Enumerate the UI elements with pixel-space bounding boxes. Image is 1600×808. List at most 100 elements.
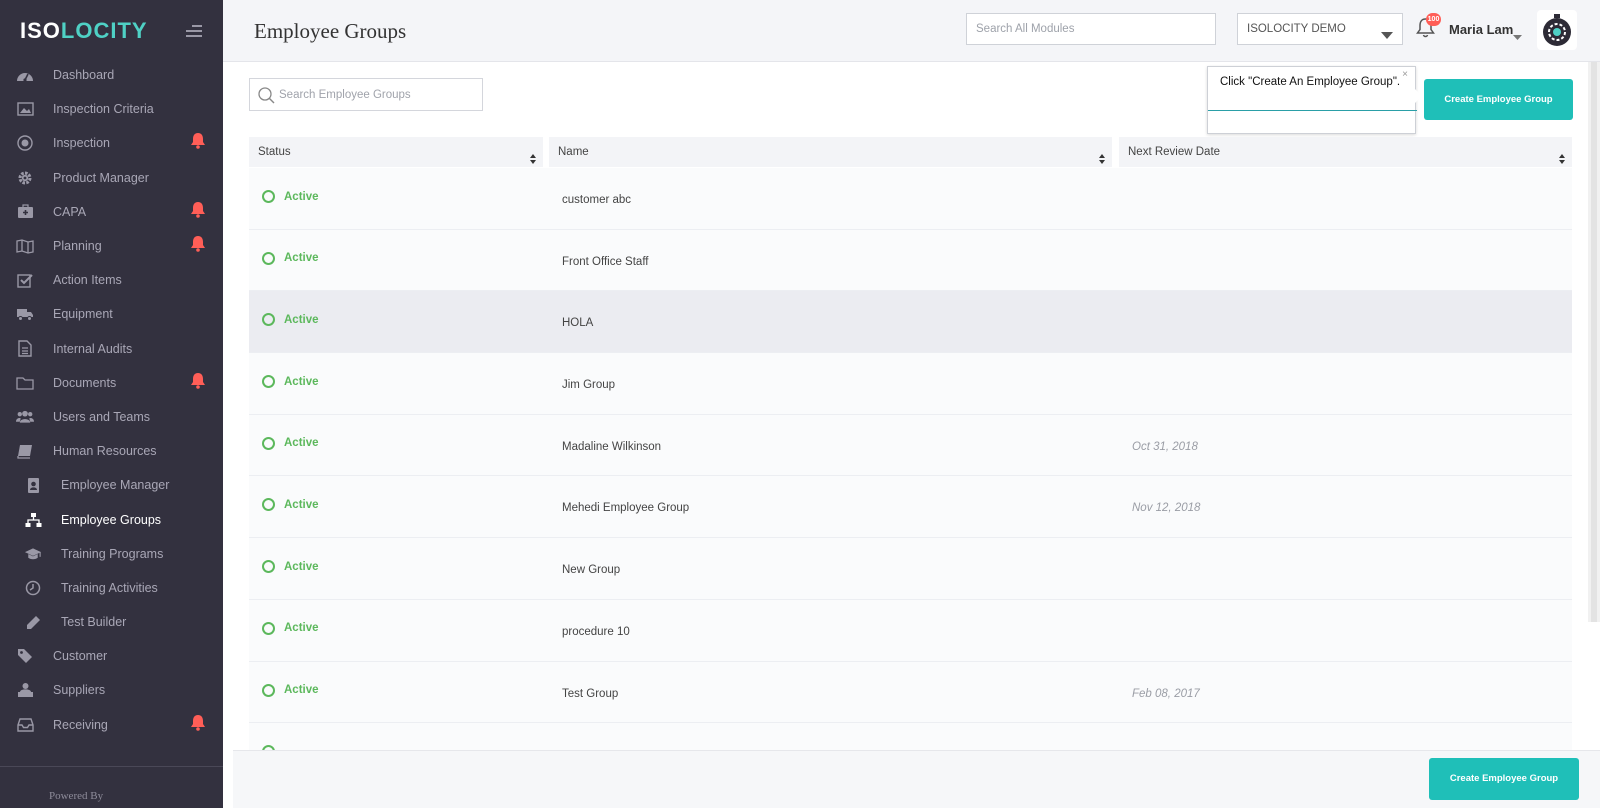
document-icon (16, 340, 34, 358)
sidebar-item-documents[interactable]: Documents (0, 366, 223, 400)
group-name[interactable]: New Group (562, 564, 620, 576)
sidebar-item-label: Receiving (53, 717, 108, 732)
sidebar-item-planning[interactable]: Planning (0, 229, 223, 263)
status-cell: Active (262, 621, 319, 635)
brand-logo-part2: LOCITY (60, 18, 148, 43)
sidebar-nav: Dashboard Inspection Criteria Inspection… (0, 58, 223, 742)
footer-bar (233, 750, 1600, 808)
status-text: Active (284, 684, 319, 696)
sidebar-item-receiving[interactable]: Receiving (0, 708, 223, 742)
sidebar-item-label: Customer (53, 649, 108, 664)
group-name[interactable]: customer abc (562, 194, 631, 206)
sidebar-item-label: Internal Audits (53, 341, 133, 356)
sidebar-item-employee-groups[interactable]: Employee Groups (0, 502, 223, 536)
column-header-name[interactable]: Name (549, 137, 1112, 167)
sidebar-item-suppliers[interactable]: Suppliers (0, 673, 223, 707)
table-row[interactable]: Active procedure 10 (249, 599, 1572, 662)
table-row[interactable]: Active customer abc (249, 168, 1572, 230)
employee-group-search-input[interactable] (279, 86, 474, 104)
alert-bell-icon (190, 235, 206, 257)
table-row[interactable]: Active Test Group Feb 08, 2017 (249, 661, 1572, 724)
status-cell: Active (262, 375, 319, 389)
company-select-value: ISOLOCITY DEMO (1247, 23, 1346, 35)
sidebar-item-label: Employee Manager (61, 478, 170, 493)
sidebar-item-label: CAPA (53, 204, 87, 219)
status-circle-icon (262, 560, 275, 574)
table-row[interactable]: Active New Group (249, 538, 1572, 600)
pencil-icon (24, 613, 42, 631)
group-name[interactable]: Madaline Wilkinson (562, 441, 661, 453)
sidebar-item-dashboard[interactable]: Dashboard (0, 58, 223, 92)
sidebar-item-equipment[interactable]: Equipment (0, 297, 223, 331)
status-circle-icon (262, 190, 275, 203)
brand-logo[interactable]: ISOLOCITY (20, 18, 148, 44)
sidebar-item-label: Dashboard (53, 68, 115, 83)
user-name[interactable]: Maria Lam (1449, 22, 1513, 37)
create-employee-group-button-footer[interactable]: Create Employee Group (1429, 758, 1579, 800)
sidebar-item-action-items[interactable]: Action Items (0, 263, 223, 297)
sidebar-item-inspection-criteria[interactable]: Inspection Criteria (0, 92, 223, 126)
table-row[interactable]: Active Jim Group (249, 353, 1572, 415)
sidebar-item-inspection[interactable]: Inspection (0, 126, 223, 160)
table-row[interactable]: Active Front Office Staff (249, 229, 1572, 292)
sidebar-item-capa[interactable]: CAPA (0, 195, 223, 229)
table-header: Status Name Next Review Date (249, 137, 1572, 167)
group-name[interactable]: procedure 10 (562, 626, 630, 638)
sidebar-item-users-and-teams[interactable]: Users and Teams (0, 400, 223, 434)
sidebar-item-label: Training Activities (61, 580, 158, 595)
status-text: Active (284, 560, 319, 573)
status-circle-icon (262, 251, 275, 265)
sidebar-item-label: Employee Groups (61, 512, 162, 527)
map-icon (16, 237, 34, 255)
supplier-icon (16, 681, 34, 699)
sidebar-item-internal-audits[interactable]: Internal Audits (0, 332, 223, 366)
sidebar-item-training-activities[interactable]: Training Activities (0, 571, 223, 605)
sidebar-item-customer[interactable]: Customer (0, 639, 223, 673)
status-circle-icon (262, 621, 275, 635)
book-icon (16, 442, 34, 460)
company-select[interactable]: ISOLOCITY DEMO (1237, 13, 1403, 45)
status-text: Active (284, 437, 319, 450)
global-search-input[interactable] (966, 13, 1216, 45)
create-employee-group-button[interactable]: Create Employee Group (1424, 79, 1573, 120)
page-scrollbar[interactable] (1588, 62, 1600, 622)
inbox-icon (16, 716, 34, 734)
sidebar-item-test-builder[interactable]: Test Builder (0, 605, 223, 639)
sidebar-item-human-resources[interactable]: Human Resources (0, 434, 223, 468)
status-cell: Active (262, 436, 319, 450)
tooltip-close-icon[interactable]: × (1402, 69, 1408, 80)
status-cell: Active (262, 251, 319, 265)
table-row[interactable]: Active Madaline Wilkinson Oct 31, 2018 (249, 414, 1572, 477)
column-header-label: Next Review Date (1128, 146, 1221, 158)
employee-group-search[interactable] (249, 78, 483, 111)
table-row[interactable]: Active Mehedi Employee Group Nov 12, 201… (249, 476, 1572, 539)
search-icon (258, 87, 275, 109)
group-name[interactable]: Test Group (562, 688, 618, 700)
alert-bell-icon (190, 372, 206, 394)
sidebar-item-product-manager[interactable]: Product Manager (0, 161, 223, 195)
clock-icon (24, 579, 42, 597)
column-header-status[interactable]: Status (249, 137, 543, 167)
status-circle-icon (262, 375, 275, 389)
sidebar-item-label: Users and Teams (53, 409, 151, 424)
avatar[interactable] (1537, 10, 1577, 50)
sidebar-item-employee-manager[interactable]: Employee Manager (0, 468, 223, 502)
scrollbar-thumb[interactable] (1591, 62, 1597, 622)
tooltip-arrow (1415, 89, 1422, 103)
graduation-cap-icon (24, 545, 42, 563)
group-name[interactable]: Front Office Staff (562, 256, 649, 268)
alert-bell-icon (190, 132, 206, 154)
tag-icon (16, 647, 34, 665)
chevron-down-icon (1381, 26, 1393, 44)
group-name[interactable]: HOLA (562, 317, 593, 329)
status-circle-icon (262, 498, 275, 512)
table-row[interactable]: Active HOLA (249, 291, 1572, 354)
menu-toggle-icon[interactable] (186, 25, 202, 37)
sidebar-item-training-programs[interactable]: Training Programs (0, 537, 223, 571)
group-name[interactable]: Mehedi Employee Group (562, 502, 689, 514)
column-header-next-review-date[interactable]: Next Review Date (1119, 137, 1572, 167)
notification-count-badge: 100 (1426, 13, 1441, 26)
user-menu-caret-icon[interactable] (1513, 27, 1522, 45)
group-name[interactable]: Jim Group (562, 379, 615, 391)
truck-icon (16, 305, 34, 323)
